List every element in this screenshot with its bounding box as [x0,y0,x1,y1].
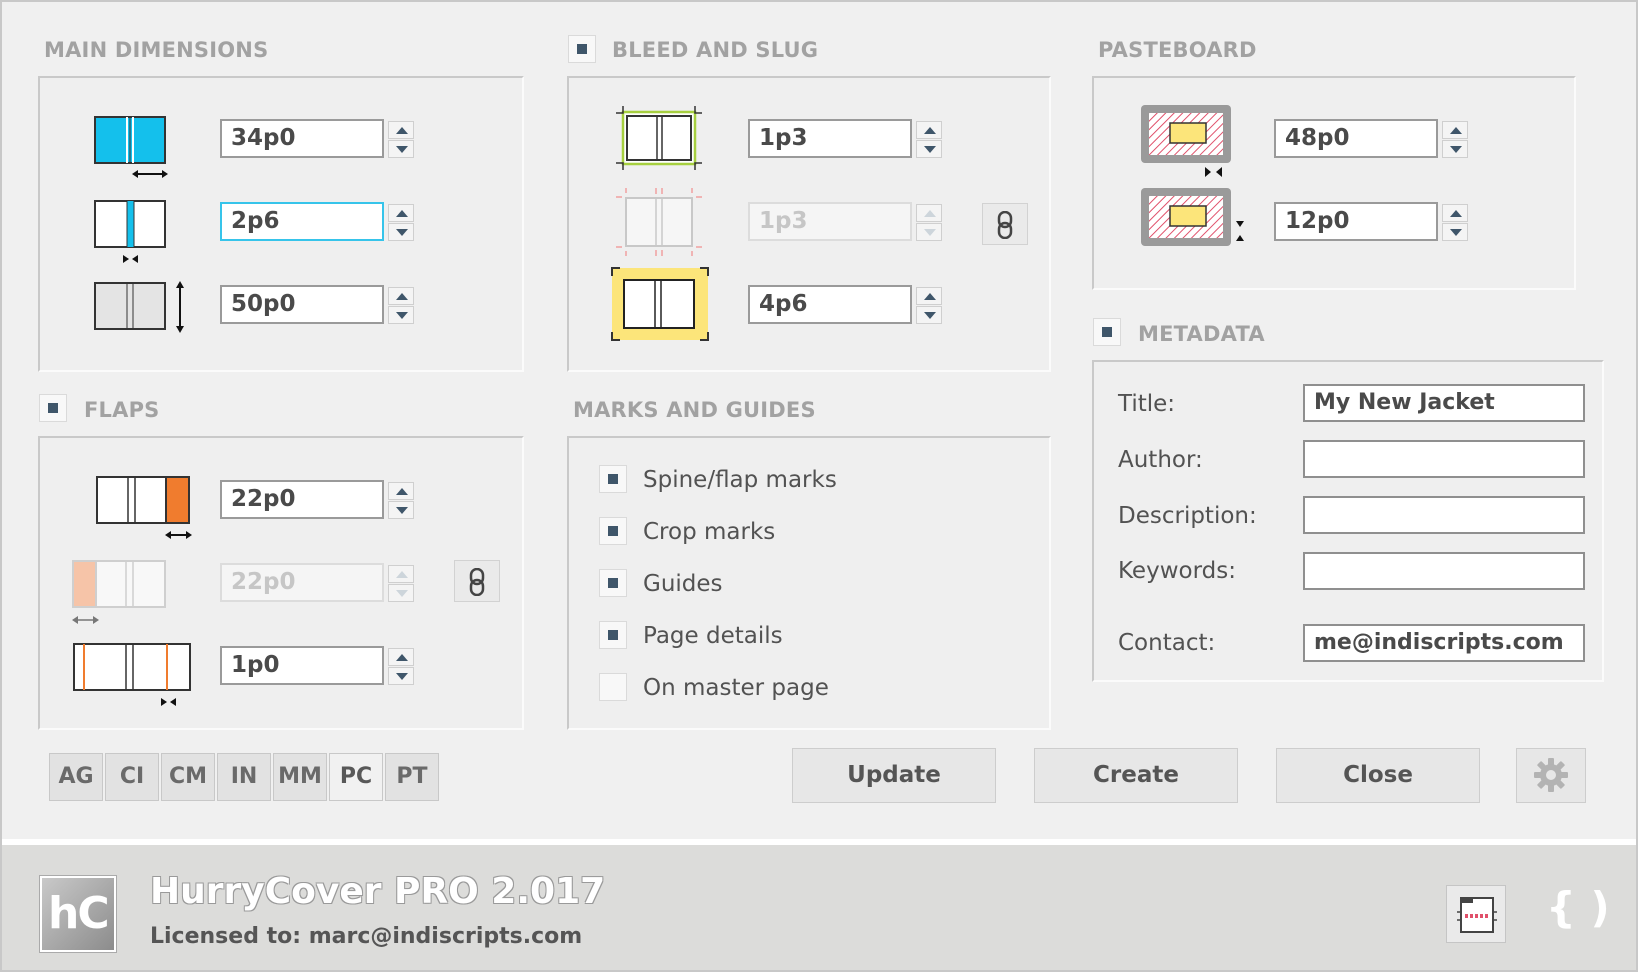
flap-fold-icon [73,643,191,706]
document-icon [1457,897,1497,933]
spine-width-stepper[interactable] [388,204,414,241]
unit-ci-button[interactable]: CI [105,753,159,801]
pasteboard-horizontal-field[interactable]: 48p0 [1274,119,1438,158]
guides-checkbox[interactable] [599,569,627,597]
keywords-field[interactable] [1303,552,1585,590]
pasteboard-horizontal-stepper[interactable] [1442,121,1468,158]
bleed-link-button[interactable] [982,203,1028,245]
marks-and-guides-title: MARKS AND GUIDES [573,398,816,422]
unit-ag-button[interactable]: AG [49,753,103,801]
contact-field[interactable]: me@indiscripts.com [1303,624,1585,662]
guides-label[interactable]: Guides [643,571,723,597]
metadata-title: METADATA [1138,322,1265,346]
contact-label: Contact: [1118,630,1216,656]
crop-marks-label[interactable]: Crop marks [643,519,775,545]
document-button[interactable] [1446,885,1506,943]
pasteboard-horizontal-icon [1141,105,1231,177]
on-master-page-label[interactable]: On master page [643,675,829,701]
update-button[interactable]: Update [792,748,996,803]
cover-width-stepper[interactable] [388,121,414,158]
bleed-linked-field[interactable]: 1p3 [748,202,912,241]
left-flap-field[interactable]: 22p0 [220,563,384,602]
flaps-checkbox[interactable] [39,394,67,422]
bleed-and-slug-checkbox[interactable] [568,35,596,63]
height-field[interactable]: 50p0 [220,285,384,324]
cover-width-icon [94,116,168,178]
hurrycover-dialog: MAIN DIMENSIONS 34p0 2p6 50p0 BLEED AND … [0,0,1638,972]
unit-mm-button[interactable]: MM [273,753,327,801]
slug-stepper[interactable] [916,287,942,324]
fold-offset-stepper[interactable] [388,648,414,685]
slug-field[interactable]: 4p6 [748,285,912,324]
height-icon [94,281,184,333]
product-name: HurryCover PRO 2.017 [150,871,606,912]
bleed-icon [616,106,702,170]
title-field[interactable]: My New Jacket [1303,384,1585,422]
right-flap-field[interactable]: 22p0 [220,480,384,519]
pasteboard-vertical-field[interactable]: 12p0 [1274,202,1438,241]
spine-width-field[interactable]: 2p6 [220,202,384,241]
unit-in-button[interactable]: IN [217,753,271,801]
indiscripts-brand-mark: { ) [1546,883,1610,932]
author-label: Author: [1118,447,1203,473]
spine-flap-marks-checkbox[interactable] [599,465,627,493]
bleed-field[interactable]: 1p3 [748,119,912,158]
app-logo: hC [40,876,116,952]
cover-width-field[interactable]: 34p0 [220,119,384,158]
bleed-stepper[interactable] [916,121,942,158]
unit-cm-button[interactable]: CM [161,753,215,801]
create-button[interactable]: Create [1034,748,1238,803]
app-logo-text: hC [48,888,110,939]
flap-link-button[interactable] [454,560,500,602]
bleed-and-slug-title: BLEED AND SLUG [612,38,819,62]
on-master-page-checkbox[interactable] [599,673,627,701]
bleed-linked-stepper[interactable] [916,204,942,241]
description-label: Description: [1118,503,1257,529]
right-flap-stepper[interactable] [388,482,414,519]
slug-icon [611,267,709,341]
pasteboard-vertical-icon [1141,188,1244,246]
left-flap-stepper[interactable] [388,565,414,602]
unit-pc-button[interactable]: PC [329,753,383,801]
description-field[interactable] [1303,496,1585,534]
spine-width-icon [94,200,166,263]
title-label: Title: [1118,391,1176,417]
footer: hC HurryCover PRO 2.017 Licensed to: mar… [2,839,1636,970]
page-details-checkbox[interactable] [599,621,627,649]
page-details-label[interactable]: Page details [643,623,783,649]
right-flap-icon [96,476,192,539]
chain-link-icon [469,568,485,596]
author-field[interactable] [1303,440,1585,478]
height-stepper[interactable] [388,287,414,324]
settings-button[interactable] [1516,748,1586,803]
crop-marks-checkbox[interactable] [599,517,627,545]
pasteboard-vertical-stepper[interactable] [1442,204,1468,241]
gear-icon [1534,758,1568,792]
main-dimensions-title: MAIN DIMENSIONS [44,38,269,62]
pasteboard-title: PASTEBOARD [1098,38,1257,62]
license-text: Licensed to: marc@indiscripts.com [150,924,583,949]
left-flap-icon [72,560,166,624]
flaps-title: FLAPS [84,398,160,422]
close-button[interactable]: Close [1276,748,1480,803]
spine-flap-marks-label[interactable]: Spine/flap marks [643,467,837,493]
keywords-label: Keywords: [1118,558,1236,584]
bleed-linked-icon [616,188,702,256]
unit-pt-button[interactable]: PT [385,753,439,801]
metadata-checkbox[interactable] [1093,318,1121,346]
chain-link-icon [997,211,1013,239]
fold-offset-field[interactable]: 1p0 [220,646,384,685]
